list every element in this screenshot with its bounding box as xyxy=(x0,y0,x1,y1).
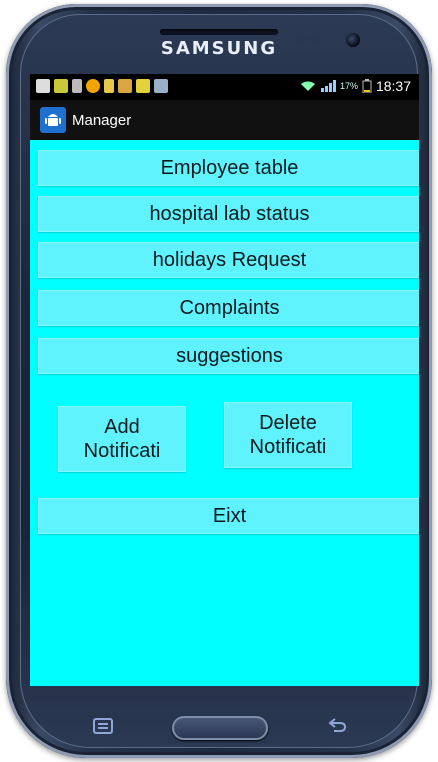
app-title: Manager xyxy=(72,111,132,129)
message-icon xyxy=(36,79,50,93)
delete-notification-line1: Delete xyxy=(259,412,317,434)
delete-notification-button[interactable]: Delete Notificati xyxy=(224,402,352,468)
signal-icon xyxy=(320,80,336,92)
screen: 17% 18:37 Manager Employee table hospita… xyxy=(30,74,419,686)
add-notification-line2: Notificati xyxy=(83,440,161,462)
status-bar: 17% 18:37 xyxy=(30,74,419,100)
earpiece-speaker xyxy=(160,29,278,35)
hospital-lab-status-button[interactable]: hospital lab status xyxy=(38,196,419,232)
light-sensor xyxy=(311,36,319,44)
battery-percent: 17% xyxy=(339,81,358,91)
android-icon xyxy=(40,107,66,133)
back-key-icon[interactable] xyxy=(326,716,348,736)
usb-icon xyxy=(72,79,82,93)
battery-icon xyxy=(362,79,372,93)
employee-table-button[interactable]: Employee table xyxy=(38,150,419,186)
home-button[interactable] xyxy=(172,716,268,740)
notification-icons xyxy=(36,79,168,93)
image-icon xyxy=(118,79,132,93)
sim-icon xyxy=(54,79,68,93)
add-notification-line1: Add xyxy=(104,416,140,438)
wifi-icon xyxy=(300,81,315,91)
holidays-request-button[interactable]: holidays Request xyxy=(38,242,419,278)
complaints-button[interactable]: Complaints xyxy=(38,290,419,326)
suggestions-button[interactable]: suggestions xyxy=(38,338,419,374)
status-right: 17% 18:37 xyxy=(300,78,411,94)
alert-icon xyxy=(104,79,114,93)
mail-icon xyxy=(136,79,150,93)
clock: 18:37 xyxy=(375,78,411,94)
delete-notification-line2: Notificati xyxy=(249,436,327,458)
download-icon xyxy=(154,79,168,93)
front-camera-icon xyxy=(346,33,360,47)
device-brand: SAMSUNG xyxy=(160,38,278,59)
menu-key-icon[interactable] xyxy=(92,716,114,736)
app-notification-icon xyxy=(86,79,100,93)
add-notification-button[interactable]: Add Notificati xyxy=(58,406,186,472)
proximity-sensor xyxy=(296,36,304,44)
action-bar: Manager xyxy=(30,100,419,140)
exit-button[interactable]: Eixt xyxy=(38,498,419,534)
